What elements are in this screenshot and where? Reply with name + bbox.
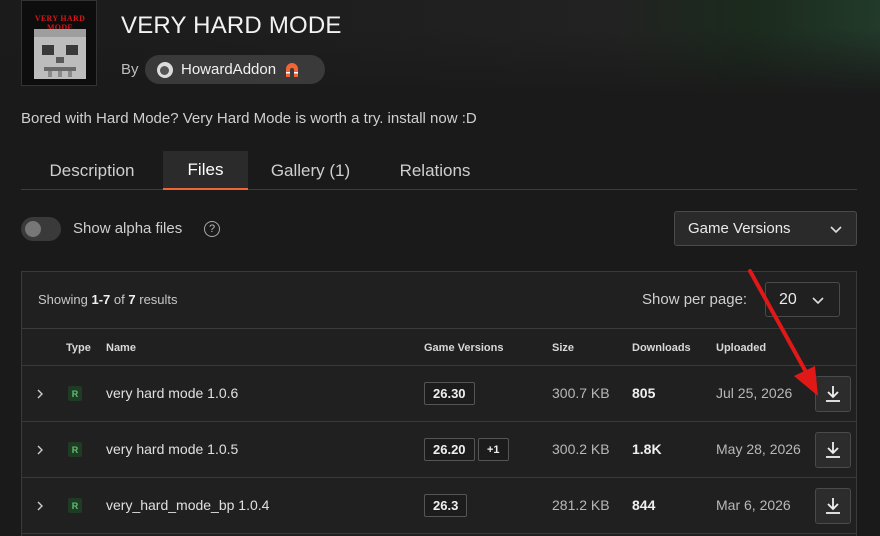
table-row[interactable]: R very hard mode 1.0.5 26.20 +1 300.2 KB… <box>22 422 856 478</box>
release-type-badge: R <box>68 498 82 513</box>
header-size[interactable]: Size <box>552 342 574 354</box>
toggle-knob <box>25 221 41 237</box>
release-type-badge: R <box>68 442 82 457</box>
upload-date: May 28, 2026 <box>716 441 801 457</box>
game-versions-label: Game Versions <box>688 220 791 237</box>
header-uploaded[interactable]: Uploaded <box>716 342 766 354</box>
table-header: Type Name Game Versions Size Downloads U… <box>22 328 856 366</box>
header-type[interactable]: Type <box>66 342 91 354</box>
chevron-down-icon <box>812 297 824 305</box>
help-icon[interactable]: ? <box>204 221 220 237</box>
author-name: HowardAddon <box>181 61 277 78</box>
download-count: 844 <box>632 497 656 513</box>
project-tabs: Description Files Gallery (1) Relations <box>21 151 857 190</box>
per-page-select[interactable]: 20 <box>765 282 840 317</box>
game-versions-select[interactable]: Game Versions <box>674 211 857 246</box>
alpha-files-toggle[interactable] <box>21 217 61 241</box>
author-badge-icon <box>286 62 299 77</box>
release-type-badge: R <box>68 386 82 401</box>
by-label: By <box>121 61 139 78</box>
game-version-chip: 26.30 <box>424 382 475 405</box>
upload-date: Mar 6, 2026 <box>716 497 791 513</box>
alpha-files-label: Show alpha files <box>73 220 183 237</box>
game-version-chip: 26.3 <box>424 494 468 517</box>
project-description: Bored with Hard Mode? Very Hard Mode is … <box>21 110 477 127</box>
table-row[interactable]: R very hard mode 1.0.6 26.30 300.7 KB 80… <box>22 366 856 422</box>
tab-files[interactable]: Files <box>163 151 248 190</box>
header-game-versions[interactable]: Game Versions <box>424 342 504 354</box>
per-page-label: Show per page: <box>642 291 748 308</box>
results-summary: Showing 1-7 of 7 results <box>38 292 178 307</box>
download-button[interactable] <box>815 432 851 468</box>
download-count: 805 <box>632 385 656 401</box>
file-name[interactable]: very hard mode 1.0.5 <box>106 441 238 457</box>
expand-chevron-icon[interactable] <box>36 501 44 511</box>
tab-relations[interactable]: Relations <box>373 151 497 190</box>
table-row[interactable]: R very_hard_mode_bp 1.0.4 26.3 281.2 KB … <box>22 478 856 534</box>
tab-gallery[interactable]: Gallery (1) <box>248 151 373 190</box>
file-size: 300.7 KB <box>552 385 610 401</box>
file-name[interactable]: very_hard_mode_bp 1.0.4 <box>106 497 269 513</box>
files-panel: Showing 1-7 of 7 results Show per page: … <box>21 271 857 536</box>
project-title: VERY HARD MODE <box>121 12 342 39</box>
more-versions-chip[interactable]: +1 <box>478 438 509 461</box>
download-button[interactable] <box>815 488 851 524</box>
download-icon <box>826 498 840 514</box>
header-name[interactable]: Name <box>106 342 136 354</box>
file-size: 281.2 KB <box>552 497 610 513</box>
per-page-value: 20 <box>779 290 797 308</box>
download-icon <box>826 386 840 402</box>
project-logo: VERY HARD MODE <box>21 0 97 86</box>
upload-date: Jul 25, 2026 <box>716 385 793 401</box>
game-version-chip: 26.20 <box>424 438 475 461</box>
tab-description[interactable]: Description <box>21 151 163 190</box>
expand-chevron-icon[interactable] <box>36 445 44 455</box>
chevron-down-icon <box>830 226 842 234</box>
download-count: 1.8K <box>632 441 662 457</box>
download-icon <box>826 442 840 458</box>
skull-icon <box>34 29 86 79</box>
author-avatar-icon <box>157 61 173 78</box>
header-downloads[interactable]: Downloads <box>632 342 691 354</box>
expand-chevron-icon[interactable] <box>36 389 44 399</box>
file-name[interactable]: very hard mode 1.0.6 <box>106 385 238 401</box>
download-button[interactable] <box>815 376 851 412</box>
file-size: 300.2 KB <box>552 441 610 457</box>
author-link[interactable]: HowardAddon <box>145 55 325 84</box>
